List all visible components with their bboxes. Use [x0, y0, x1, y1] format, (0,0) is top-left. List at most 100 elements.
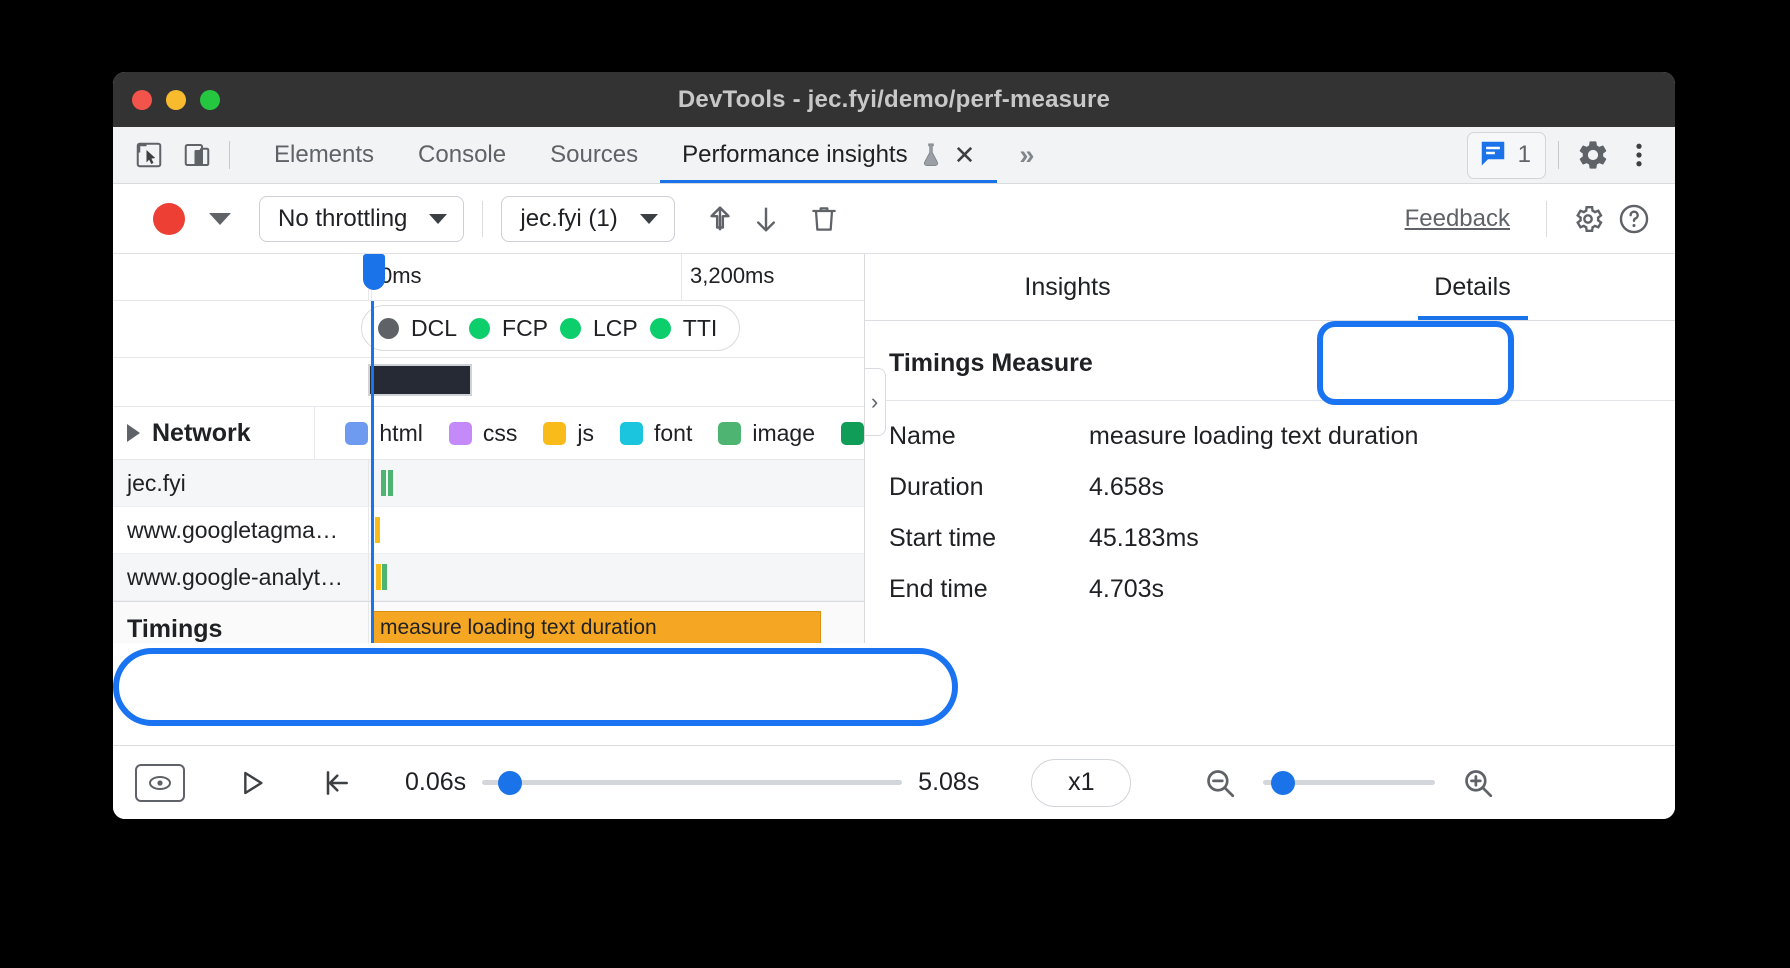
inspect-element-icon[interactable]	[127, 133, 171, 177]
legend-item-js: js	[543, 420, 594, 447]
details-field-list: Name measure loading text duration Durat…	[865, 401, 1675, 615]
panel-tabs: Elements Console Sources Performance ins…	[252, 127, 1034, 183]
tab-performance-insights[interactable]: Performance insights ✕	[660, 127, 997, 183]
overview-toggle[interactable]	[135, 764, 185, 802]
collapse-sidebar-icon[interactable]: ›	[865, 368, 886, 436]
legend-chip-html	[345, 422, 368, 445]
devtools-window: DevTools - jec.fyi/demo/perf-measure	[113, 72, 1675, 819]
network-request-name: www.googletagma…	[113, 507, 369, 553]
playhead-line	[371, 301, 374, 643]
timeline-ruler: 0ms 3,200ms	[113, 254, 864, 301]
tab-elements[interactable]: Elements	[252, 127, 396, 183]
timings-section-label: Timings	[113, 602, 369, 643]
table-row[interactable]: jec.fyi	[113, 460, 864, 507]
legend-label-html: html	[379, 420, 422, 447]
eye-icon[interactable]	[133, 756, 187, 810]
zoom-out-icon[interactable]	[1193, 756, 1247, 810]
dcl-marker-dot	[378, 318, 399, 339]
legend-chip-js	[543, 422, 566, 445]
play-icon[interactable]	[225, 756, 279, 810]
cpu-activity-block[interactable]	[368, 364, 472, 396]
details-title: Timings Measure	[865, 321, 1675, 401]
close-tab-icon[interactable]: ✕	[954, 142, 976, 168]
messages-button[interactable]: 1	[1467, 132, 1546, 179]
network-request-name: www.google-analyt…	[113, 554, 369, 600]
expand-triangle-icon[interactable]	[127, 424, 140, 442]
jump-to-start-icon[interactable]	[309, 756, 363, 810]
tti-label: TTI	[683, 315, 718, 342]
timeline-playhead-handle[interactable]	[363, 254, 385, 290]
experiment-flask-icon	[920, 142, 942, 168]
network-request-name: jec.fyi	[113, 460, 369, 506]
range-start-label: 0.06s	[405, 768, 466, 797]
request-bar	[375, 517, 380, 543]
table-row[interactable]: www.googletagma…	[113, 507, 864, 554]
details-pane-tabs: Insights Details	[865, 254, 1675, 321]
legend-label-font: font	[654, 420, 692, 447]
help-icon[interactable]	[1611, 196, 1657, 242]
tab-insights-label: Insights	[1024, 273, 1110, 302]
tab-details[interactable]: Details	[1270, 254, 1675, 320]
details-value: 4.658s	[1089, 473, 1164, 502]
throttling-select[interactable]: No throttling	[259, 196, 464, 242]
gear-icon[interactable]	[1565, 196, 1611, 242]
gear-icon[interactable]	[1571, 133, 1615, 177]
network-section-label: Network	[152, 419, 251, 448]
page-markers-pill: DCL FCP LCP TTI	[361, 305, 740, 351]
request-bar	[388, 470, 393, 496]
lcp-marker-dot	[560, 318, 581, 339]
details-value: 4.703s	[1089, 575, 1164, 604]
legend-chip-image	[718, 422, 741, 445]
trash-icon[interactable]	[801, 196, 847, 242]
tab-elements-label: Elements	[274, 141, 374, 169]
feedback-link[interactable]: Feedback	[1405, 205, 1510, 233]
legend-chip-other	[841, 422, 864, 445]
network-section-header[interactable]: Network html css js	[113, 407, 864, 460]
network-section-label-wrap: Network	[113, 407, 315, 459]
record-options-caret[interactable]	[209, 213, 231, 225]
ruler-tick-1: 3,200ms	[681, 254, 682, 300]
record-button[interactable]	[153, 203, 185, 235]
zoom-window-button[interactable]	[200, 90, 220, 110]
device-toolbar-icon[interactable]	[175, 133, 219, 177]
upload-icon[interactable]	[697, 196, 743, 242]
more-tabs-icon[interactable]: »	[1019, 140, 1034, 171]
tab-details-label: Details	[1434, 273, 1510, 302]
zoom-in-icon[interactable]	[1451, 756, 1505, 810]
time-range-slider[interactable]	[482, 780, 902, 785]
legend-label-image: image	[752, 420, 815, 447]
legend-item-image: image	[718, 420, 815, 447]
fcp-label: FCP	[502, 315, 548, 342]
range-end-label: 5.08s	[918, 768, 979, 797]
playback-speed-button[interactable]: x1	[1031, 759, 1131, 807]
table-row[interactable]: www.google-analyt…	[113, 554, 864, 601]
tab-console[interactable]: Console	[396, 127, 528, 183]
timings-measure-bar[interactable]: measure loading text duration	[371, 611, 821, 643]
message-count: 1	[1518, 141, 1531, 169]
legend-item-font: font	[620, 420, 692, 447]
download-icon[interactable]	[743, 196, 789, 242]
tab-sources[interactable]: Sources	[528, 127, 660, 183]
kebab-menu-icon[interactable]	[1617, 133, 1661, 177]
bottom-toolbar: 0.06s 5.08s x1	[113, 745, 1675, 819]
tti-marker-dot	[650, 318, 671, 339]
cpu-activity-band	[113, 358, 864, 407]
zoom-slider[interactable]	[1263, 780, 1435, 785]
details-value: 45.183ms	[1089, 524, 1199, 553]
details-key: Duration	[889, 473, 1089, 502]
zoom-slider-knob[interactable]	[1271, 771, 1295, 795]
timings-section-row[interactable]: Timings measure loading text duration	[113, 601, 864, 643]
tab-insights[interactable]: Insights	[865, 254, 1270, 320]
page-value: jec.fyi (1)	[520, 205, 617, 233]
close-window-button[interactable]	[132, 90, 152, 110]
details-field-start-time: Start time 45.183ms	[865, 513, 1675, 564]
time-range-knob[interactable]	[498, 771, 522, 795]
chevron-down-icon	[640, 214, 658, 224]
window-titlebar: DevTools - jec.fyi/demo/perf-measure	[113, 72, 1675, 127]
page-select[interactable]: jec.fyi (1)	[501, 196, 674, 242]
tabbar-divider	[229, 141, 230, 169]
toolbar-divider-2	[1546, 201, 1547, 237]
minimize-window-button[interactable]	[166, 90, 186, 110]
dcl-label: DCL	[411, 315, 457, 342]
ruler-tick-0-label: 0ms	[380, 263, 422, 289]
